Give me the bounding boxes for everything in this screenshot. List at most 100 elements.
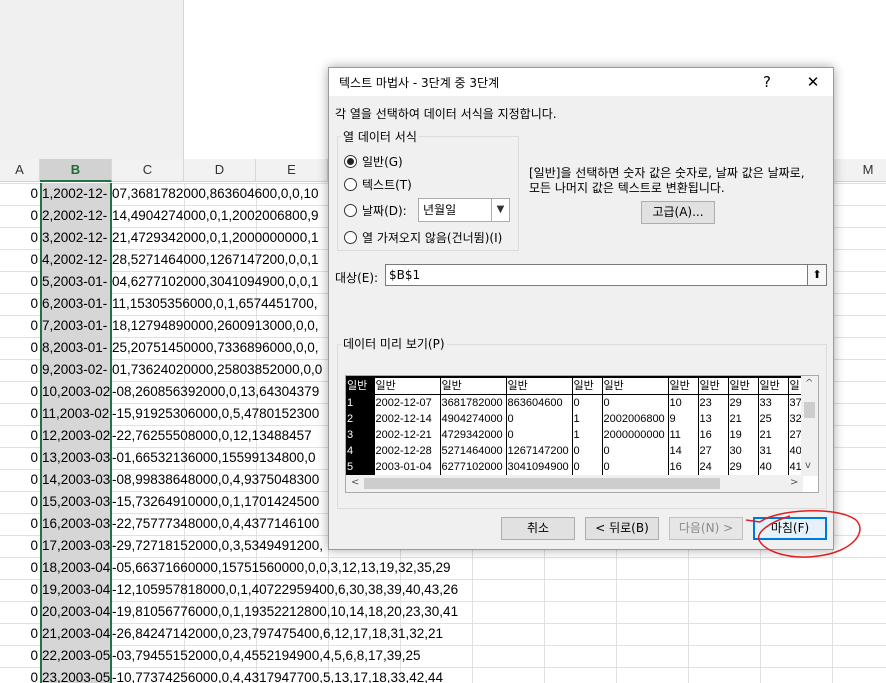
cell-b[interactable]: 17,2003-03-: [42, 535, 110, 557]
column-header-m[interactable]: M: [850, 159, 886, 182]
column-header-e[interactable]: E: [256, 159, 328, 182]
preview-row: 4 2002-12-28 5271464000 1267147200 0 0 14 27 30 3…: [346, 443, 803, 459]
cell-a[interactable]: 0: [0, 645, 38, 667]
cell-a[interactable]: 0: [0, 601, 38, 623]
preview-cell: 23: [698, 394, 729, 411]
cell-a[interactable]: 0: [0, 249, 38, 271]
radio-unchecked-icon[interactable]: [344, 204, 357, 217]
cell-a[interactable]: 0: [0, 205, 38, 227]
cell-b[interactable]: 1,2002-12-: [42, 183, 110, 205]
preview-header-cell[interactable]: 일반: [374, 376, 441, 395]
preview-header-cell[interactable]: 일반: [506, 376, 573, 395]
cell-b[interactable]: 14,2003-03-: [42, 469, 110, 491]
radio-skip-column[interactable]: 열 가져오지 않음(건너뜀)(I): [344, 229, 502, 247]
cell-b[interactable]: 2,2002-12-: [42, 205, 110, 227]
cell-b[interactable]: 8,2003-01-: [42, 337, 110, 359]
preview-cell: 1: [572, 411, 603, 427]
cell-a[interactable]: 0: [0, 403, 38, 425]
radio-text[interactable]: 텍스트(T): [344, 176, 412, 194]
preview-header-cell[interactable]: 일반: [668, 376, 699, 395]
cell-a[interactable]: 0: [0, 337, 38, 359]
cell-a[interactable]: 0: [0, 315, 38, 337]
radio-checked-icon[interactable]: [344, 155, 357, 168]
scroll-thumb[interactable]: [364, 478, 720, 489]
cancel-button[interactable]: 취소: [501, 517, 575, 540]
cell-b[interactable]: 22,2003-05-: [42, 645, 110, 667]
cell-a[interactable]: 0: [0, 293, 38, 315]
cell-b[interactable]: 12,2003-02-: [42, 425, 110, 447]
preview-header-cell[interactable]: 일: [788, 376, 803, 395]
back-button[interactable]: < 뒤로(B): [585, 517, 659, 540]
next-button[interactable]: 다음(N) >: [669, 517, 743, 540]
cell-a[interactable]: 0: [0, 425, 38, 447]
scroll-left-icon[interactable]: <: [351, 477, 359, 488]
cell-a[interactable]: 0: [0, 359, 38, 381]
cell-a[interactable]: 0: [0, 513, 38, 535]
preview-header-cell[interactable]: 일반: [728, 376, 759, 395]
cell-b[interactable]: 7,2003-01-: [42, 315, 110, 337]
cell-b[interactable]: 10,2003-02-: [42, 381, 110, 403]
cell-a[interactable]: 0: [0, 491, 38, 513]
collapse-dialog-icon[interactable]: ⬆: [807, 264, 827, 286]
radio-general[interactable]: 일반(G): [344, 153, 403, 171]
preview-header-cell[interactable]: 일반: [572, 376, 603, 395]
cell-b[interactable]: 16,2003-03-: [42, 513, 110, 535]
cell-b[interactable]: 21,2003-04-: [42, 623, 110, 645]
cell-b[interactable]: 6,2003-01-: [42, 293, 110, 315]
close-button[interactable]: ✕: [793, 68, 833, 96]
preview-header-cell[interactable]: 일반: [698, 376, 729, 395]
column-header-b[interactable]: B: [40, 159, 112, 182]
scroll-right-icon[interactable]: >: [790, 477, 798, 488]
cell-b[interactable]: 18,2003-04-: [42, 557, 110, 579]
column-header-d[interactable]: D: [184, 159, 256, 182]
cell-a[interactable]: 0: [0, 623, 38, 645]
cell-b[interactable]: 13,2003-03-: [42, 447, 110, 469]
cell-a[interactable]: 0: [0, 535, 38, 557]
help-button[interactable]: ?: [747, 68, 787, 96]
advanced-button[interactable]: 고급(A)...: [641, 201, 715, 224]
cell-b[interactable]: 20,2003-04-: [42, 601, 110, 623]
preview-cell: 21: [728, 411, 759, 427]
cell-overflow-text: -01,66532136000,15599134800,0: [112, 450, 316, 465]
cell-a[interactable]: 0: [0, 227, 38, 249]
radio-unchecked-icon[interactable]: [344, 231, 357, 244]
cell-a[interactable]: 0: [0, 579, 38, 601]
cell-a[interactable]: 0: [0, 381, 38, 403]
cell-a[interactable]: 0: [0, 469, 38, 491]
cell-b[interactable]: 3,2002-12-: [42, 227, 110, 249]
cell-b[interactable]: 5,2003-01-: [42, 271, 110, 293]
preview-header-cell[interactable]: 일반: [440, 376, 507, 395]
column-header-c[interactable]: C: [112, 159, 184, 182]
preview-cell: 4904274000: [440, 411, 507, 427]
radio-date-label: 날짜(D):: [362, 204, 407, 218]
destination-input[interactable]: $B$1: [385, 264, 809, 286]
cell-b[interactable]: 4,2002-12-: [42, 249, 110, 271]
cell-b[interactable]: 15,2003-03-: [42, 491, 110, 513]
scroll-down-icon[interactable]: v: [805, 460, 811, 471]
preview-header-cell[interactable]: 일반: [758, 376, 789, 395]
cell-a[interactable]: 0: [0, 667, 38, 683]
scroll-up-icon[interactable]: ^: [805, 378, 813, 389]
cell-a[interactable]: 0: [0, 271, 38, 293]
preview-vertical-scrollbar[interactable]: ^ v: [801, 376, 818, 476]
column-header-a[interactable]: A: [0, 159, 40, 182]
cell-a[interactable]: 0: [0, 447, 38, 469]
scroll-thumb[interactable]: [804, 402, 815, 418]
preview-table[interactable]: 일반 일반 일반 일반 일반 일반 일반 일반 일반 일반 일 1 2002-12-07 36817820…: [346, 376, 803, 475]
cell-b[interactable]: 23,2003-05-: [42, 667, 110, 683]
cell-a[interactable]: 0: [0, 557, 38, 579]
preview-header-cell[interactable]: 일반: [602, 376, 669, 395]
date-format-select[interactable]: 년월일 ▼: [418, 198, 510, 222]
chevron-down-icon[interactable]: ▼: [491, 199, 509, 221]
preview-horizontal-scrollbar[interactable]: < >: [346, 475, 803, 492]
data-preview[interactable]: 일반 일반 일반 일반 일반 일반 일반 일반 일반 일반 일 1 2002-12-07 36817820…: [345, 375, 819, 493]
cell-b[interactable]: 11,2003-02-: [42, 403, 110, 425]
cell-b[interactable]: 9,2003-02-: [42, 359, 110, 381]
finish-button[interactable]: 마침(F): [753, 517, 827, 540]
preview-cell: 11: [668, 427, 699, 443]
radio-date[interactable]: 날짜(D):: [344, 202, 407, 220]
cell-a[interactable]: 0: [0, 183, 38, 205]
preview-header-cell[interactable]: 일반: [346, 376, 375, 395]
radio-unchecked-icon[interactable]: [344, 178, 357, 191]
cell-b[interactable]: 19,2003-04-: [42, 579, 110, 601]
